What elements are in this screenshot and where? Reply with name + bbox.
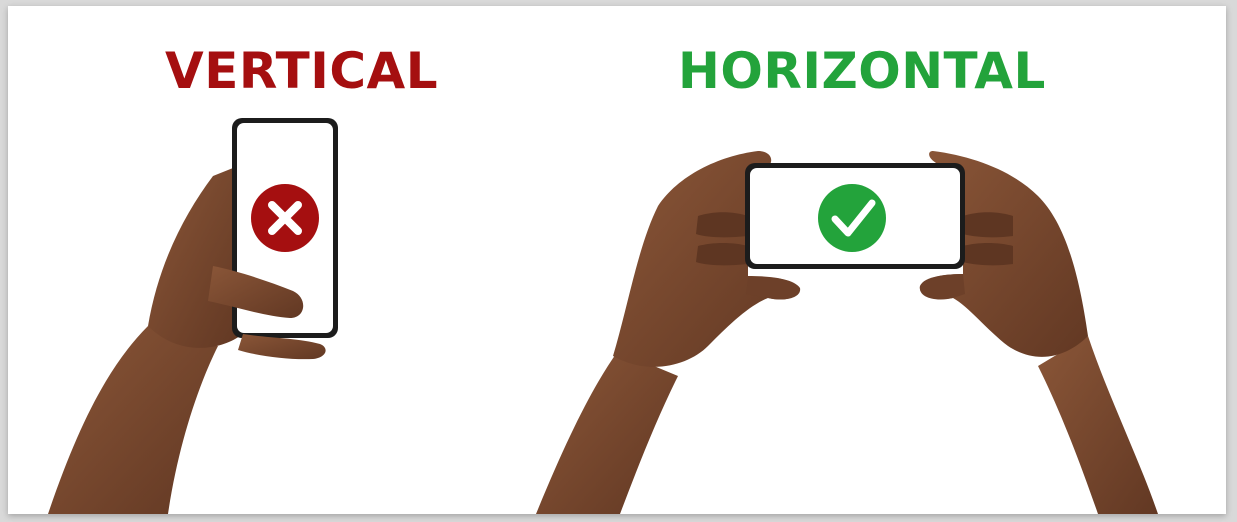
checkmark-icon <box>818 184 886 252</box>
vertical-label: VERTICAL <box>165 42 439 100</box>
thumbs-horizontal <box>746 274 965 300</box>
vertical-hand <box>48 166 240 514</box>
horizontal-label: HORIZONTAL <box>678 42 1046 100</box>
comparison-card: VERTICAL HORIZONTAL <box>8 6 1226 514</box>
cross-icon <box>251 184 319 252</box>
